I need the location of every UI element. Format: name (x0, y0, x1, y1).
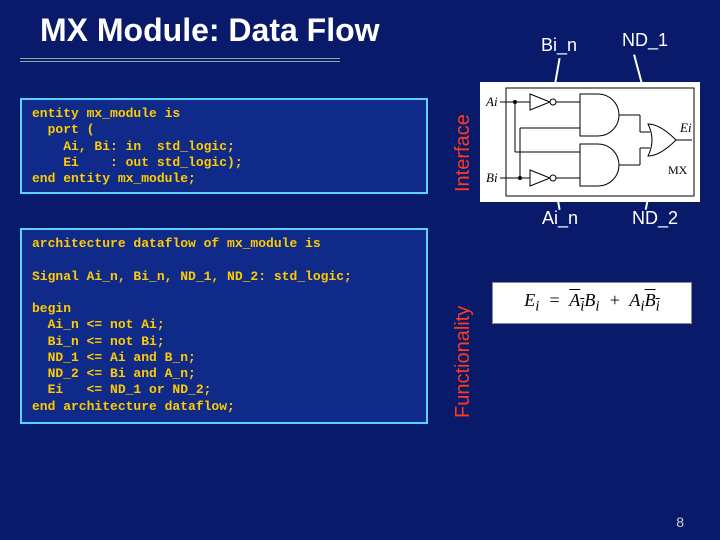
circuit-label-ai: Ai (485, 94, 498, 109)
circuit-label-bi: Bi (486, 170, 498, 185)
circuit-diagram: Ai Bi Ei MX (480, 82, 700, 202)
label-nd-2: ND_2 (632, 208, 678, 229)
page-number: 8 (676, 514, 684, 530)
label-ai-n: Ai_n (542, 208, 578, 229)
circuit-label-mx: MX (668, 163, 688, 177)
slide-title: MX Module: Data Flow (0, 0, 720, 53)
architecture-code-box: architecture dataflow of mx_module is Si… (20, 228, 428, 424)
equation-box: Ei = AiBi + AiBi (492, 282, 692, 324)
circuit-label-ei: Ei (679, 120, 692, 135)
entity-code-box: entity mx_module is port ( Ai, Bi: in st… (20, 98, 428, 194)
title-underline (20, 58, 340, 64)
interface-label: Interface (452, 114, 475, 192)
label-nd-1: ND_1 (622, 30, 668, 51)
functionality-label: Functionality (452, 306, 475, 418)
label-bi-n: Bi_n (541, 35, 577, 56)
